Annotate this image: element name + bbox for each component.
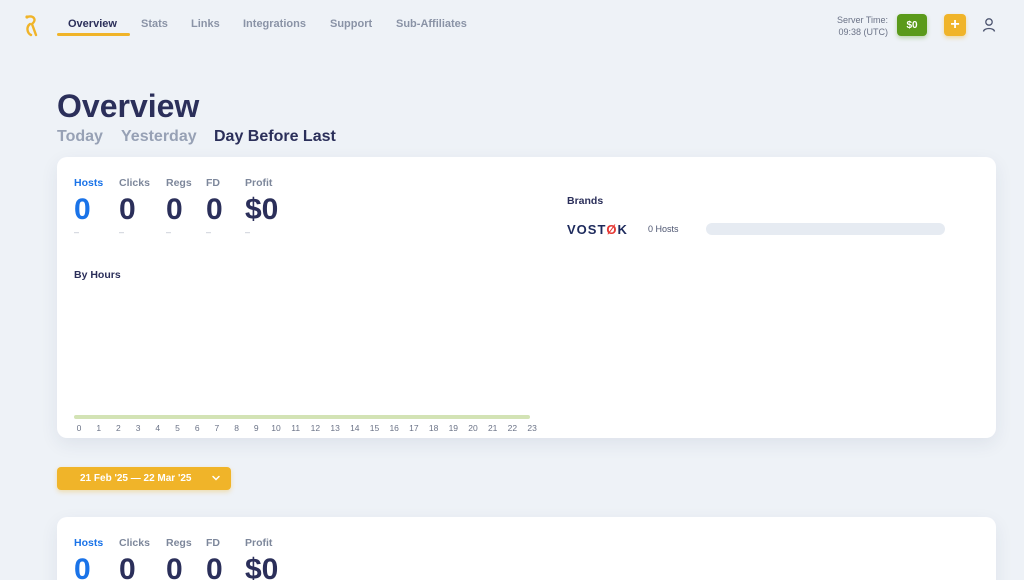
nav-item-links[interactable]: Links — [191, 18, 220, 30]
brand-name-part: VOST — [567, 222, 607, 237]
tab-day-before-last[interactable]: Day Before Last — [214, 128, 336, 146]
stat-value: 0 — [74, 193, 91, 226]
hour-tick-label: 8 — [234, 423, 239, 433]
stat-regs[interactable]: Regs 0 — [166, 537, 192, 580]
stat-label: Clicks — [119, 537, 150, 549]
user-icon[interactable] — [982, 17, 996, 33]
nav-item-support[interactable]: Support — [330, 18, 372, 30]
stat-value: 0 — [206, 193, 223, 226]
hour-tick-label: 22 — [507, 423, 518, 433]
nav-item-overview[interactable]: Overview — [68, 18, 117, 30]
hour-tick-label: 20 — [468, 423, 478, 433]
hour-tick-label: 13 — [330, 423, 340, 433]
stat-label: Hosts — [74, 177, 104, 189]
stat-hosts[interactable]: Hosts 0 — [74, 537, 103, 580]
stat-profit[interactable]: Profit $0 – — [245, 177, 278, 237]
stat-value: 0 — [119, 193, 136, 226]
brand-hosts-count: 0 Hosts — [648, 224, 679, 234]
hour-tick-label: 16 — [389, 423, 399, 433]
brand-logo-vostok: VOSTØK — [567, 222, 628, 237]
hour-tick-label: 7 — [214, 423, 220, 433]
hour-tick-label: 19 — [448, 423, 459, 433]
stat-value: $0 — [245, 193, 279, 226]
hour-tick-label: 4 — [155, 423, 161, 433]
add-button[interactable]: + — [944, 14, 966, 36]
stat-label: Hosts — [74, 537, 104, 549]
stat-profit[interactable]: Profit $0 — [245, 537, 278, 580]
hour-tick-label: 0 — [76, 423, 82, 433]
hour-tick-label: 6 — [194, 423, 200, 433]
server-time-value: 09:38 (UTC) — [838, 27, 888, 37]
hour-tick-label: 9 — [253, 423, 259, 433]
hour-tick-label: 17 — [409, 423, 419, 433]
hours-chart-baseline — [74, 415, 530, 419]
brands-title: Brands — [567, 195, 604, 207]
hour-tick-label: 5 — [175, 423, 180, 433]
stat-label: Profit — [245, 537, 273, 549]
hour-tick-label: 3 — [135, 423, 141, 433]
balance-button[interactable]: $0 — [897, 14, 927, 36]
server-time-label: Server Time: — [836, 15, 888, 25]
stat-regs[interactable]: Regs 0 – — [166, 177, 192, 237]
stat-value: $0 — [245, 553, 279, 580]
page-title: Overview — [57, 88, 200, 124]
date-range-button[interactable]: 21 Feb '25 — 22 Mar '25 — [57, 467, 231, 490]
stat-clicks[interactable]: Clicks 0 — [119, 537, 150, 580]
hour-tick-label: 12 — [310, 423, 321, 433]
date-range-label: 21 Feb '25 — 22 Mar '25 — [80, 473, 192, 484]
stat-value: 0 — [74, 553, 91, 580]
hour-tick-label: 23 — [527, 423, 537, 433]
by-hours-title: By Hours — [74, 269, 121, 281]
hour-tick-label: 18 — [428, 423, 439, 433]
hour-tick-label: 11 — [291, 423, 301, 433]
brand-logo-icon[interactable] — [22, 14, 40, 38]
nav-item-stats[interactable]: Stats — [141, 18, 168, 30]
stat-clicks[interactable]: Clicks 0 – — [119, 177, 150, 237]
chevron-down-icon — [212, 475, 220, 481]
stat-sub: – — [74, 227, 80, 237]
stat-hosts[interactable]: Hosts 0 – — [74, 177, 103, 237]
hour-tick-label: 2 — [116, 423, 121, 433]
stat-label: FD — [206, 177, 220, 189]
brand-name-accent: Ø — [606, 222, 618, 237]
server-time: Server Time: 09:38 (UTC) — [837, 14, 888, 38]
stat-fd[interactable]: FD 0 – — [206, 177, 223, 237]
brand-name-part: K — [617, 222, 628, 237]
top-navigation: Overview Stats Links Integrations Suppor… — [0, 0, 1024, 50]
stat-sub: – — [206, 227, 212, 237]
period-card: Hosts 0 Clicks 0 Regs 0 FD 0 Profit $0 — [57, 517, 996, 580]
stat-label: FD — [206, 537, 220, 549]
stat-label: Regs — [166, 177, 192, 189]
hour-tick-label: 15 — [369, 423, 380, 433]
hour-tick-label: 10 — [271, 423, 281, 433]
summary-card: Hosts 0 – Clicks 0 – Regs 0 – FD 0 – Pro… — [57, 157, 996, 438]
brand-hosts-bar — [706, 223, 945, 235]
nav-item-sub-affiliates[interactable]: Sub-Affiliates — [396, 18, 467, 30]
stat-sub: – — [166, 227, 172, 237]
stat-value: 0 — [166, 553, 183, 580]
stat-label: Profit — [245, 177, 273, 189]
stat-sub: – — [119, 227, 125, 237]
stat-value: 0 — [166, 193, 183, 226]
nav-item-integrations[interactable]: Integrations — [243, 18, 306, 30]
stat-sub: – — [245, 227, 251, 237]
nav-active-indicator — [57, 33, 130, 36]
stat-value: 0 — [119, 553, 136, 580]
tab-yesterday[interactable]: Yesterday — [121, 128, 197, 146]
stat-label: Clicks — [119, 177, 150, 189]
hour-tick-label: 21 — [487, 423, 498, 433]
stat-fd[interactable]: FD 0 — [206, 537, 223, 580]
tab-today[interactable]: Today — [57, 128, 103, 146]
stat-value: 0 — [206, 553, 223, 580]
hour-tick-label: 14 — [350, 423, 360, 433]
hour-tick-label: 1 — [96, 423, 102, 433]
stat-label: Regs — [166, 537, 192, 549]
